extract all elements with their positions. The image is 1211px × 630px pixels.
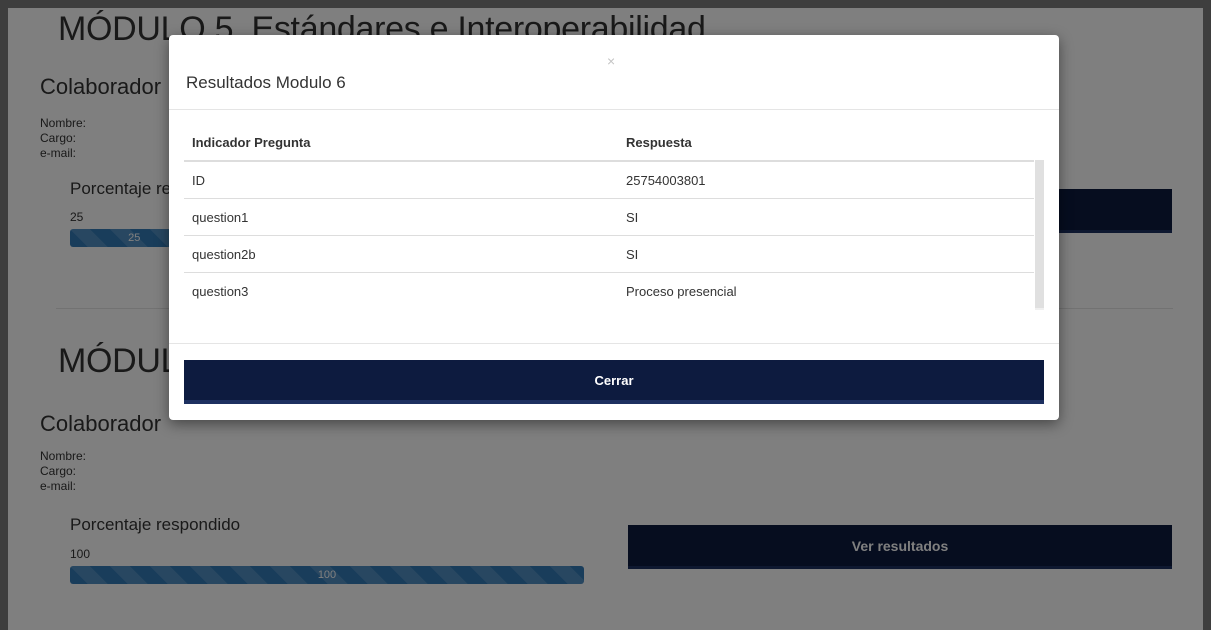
results-table: Indicador Pregunta Respuesta ID 25754003…	[184, 125, 1034, 309]
table-header-row: Indicador Pregunta Respuesta	[184, 125, 1034, 162]
results-table-container[interactable]: Indicador Pregunta Respuesta ID 25754003…	[184, 125, 1044, 310]
table-row: question3 Proceso presencial	[184, 272, 1034, 309]
table-row: question2b SI	[184, 235, 1034, 273]
cell-response: 25754003801	[618, 160, 1034, 199]
cell-indicator: question2b	[184, 235, 618, 273]
results-modal: Resultados Modulo 6 × Indicador Pregunta…	[169, 35, 1059, 420]
cell-response: SI	[618, 235, 1034, 273]
modal-title: Resultados Modulo 6	[186, 73, 346, 92]
table-scrollbar-thumb[interactable]	[1035, 160, 1044, 308]
cell-response: Proceso presencial	[618, 272, 1034, 309]
close-icon[interactable]: ×	[607, 53, 615, 69]
table-row: ID 25754003801	[184, 160, 1034, 199]
cell-response: SI	[618, 198, 1034, 236]
table-row: question1 SI	[184, 198, 1034, 236]
modal-footer: Cerrar	[169, 343, 1059, 421]
column-header-indicator: Indicador Pregunta	[184, 125, 618, 162]
column-header-response: Respuesta	[618, 125, 1034, 162]
cell-indicator: ID	[184, 160, 618, 199]
close-button[interactable]: Cerrar	[184, 360, 1044, 404]
cell-indicator: question1	[184, 198, 618, 236]
cell-indicator: question3	[184, 272, 618, 309]
modal-header: Resultados Modulo 6 ×	[169, 35, 1059, 110]
